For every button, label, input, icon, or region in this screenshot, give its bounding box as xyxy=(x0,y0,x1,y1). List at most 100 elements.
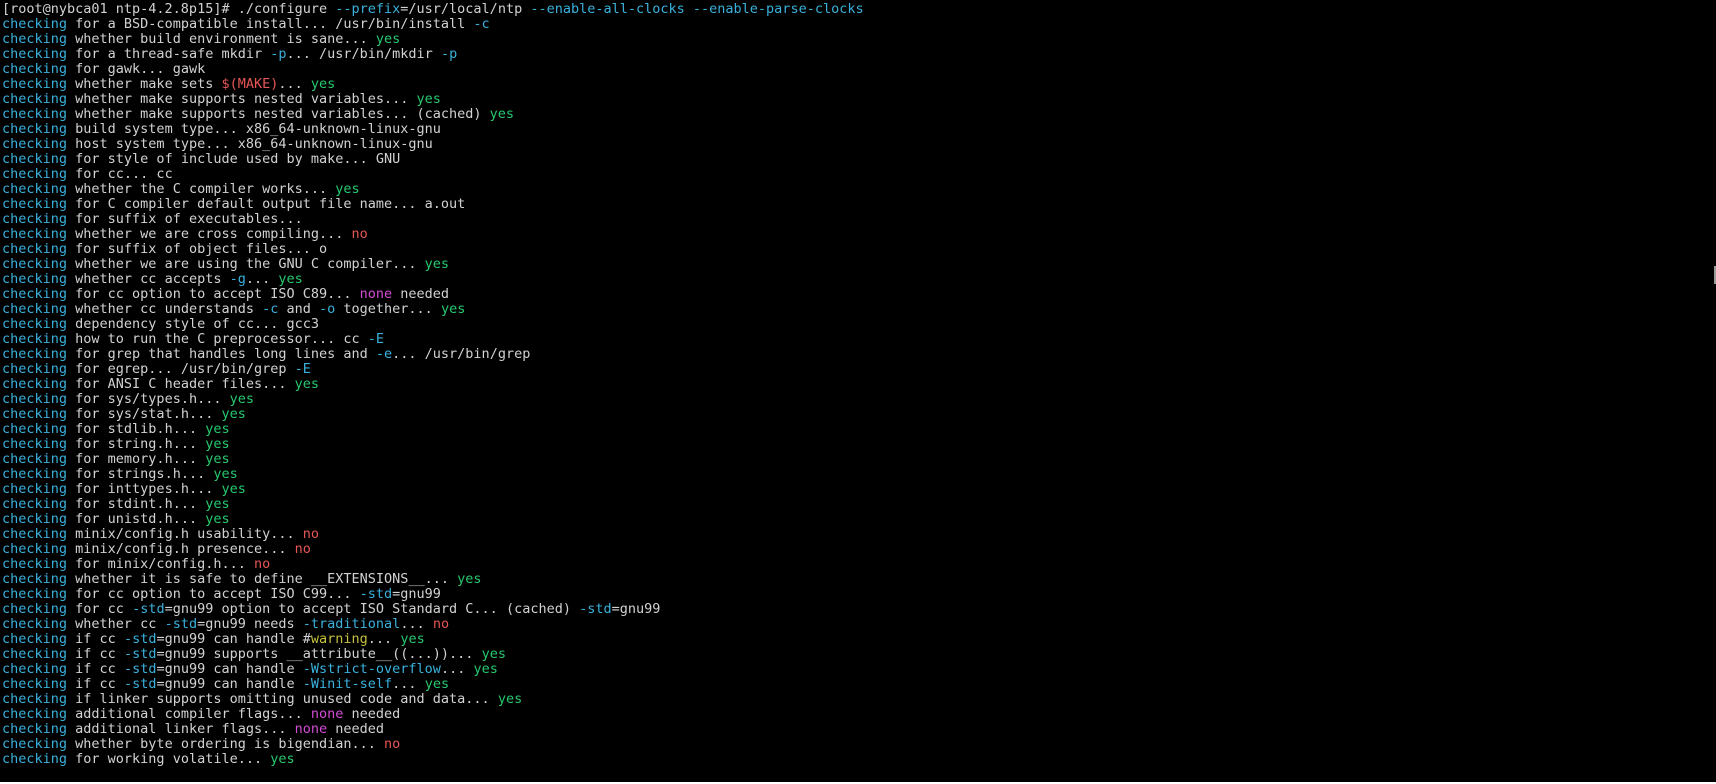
option-flag: -E xyxy=(294,361,311,377)
option-flag: -o xyxy=(319,301,336,317)
output-line: checking for style of include used by ma… xyxy=(2,152,864,167)
output-line: checking for gawk... gawk xyxy=(2,62,864,77)
text-segment: whether cc accepts xyxy=(67,271,230,287)
result-yes: yes xyxy=(424,256,450,272)
text-segment: for working volatile... xyxy=(67,751,271,767)
text-segment: =gnu99 can handle # xyxy=(156,631,311,647)
result-yes: yes xyxy=(375,31,401,47)
result-yes: yes xyxy=(497,691,523,707)
keyword-checking: checking xyxy=(2,691,68,707)
text-segment: if cc xyxy=(67,631,124,647)
keyword-checking: checking xyxy=(2,196,68,212)
text-segment: additional linker flags... xyxy=(67,721,295,737)
output-line: checking for egrep... /usr/bin/grep -E xyxy=(2,362,864,377)
keyword-checking: checking xyxy=(2,511,68,527)
output-line: checking for sys/stat.h... yes xyxy=(2,407,864,422)
option-flag: -p xyxy=(440,46,458,62)
keyword-checking: checking xyxy=(2,556,68,572)
output-line: checking for string.h... yes xyxy=(2,437,864,452)
keyword-checking: checking xyxy=(2,406,68,422)
option-flag: -std xyxy=(123,676,157,692)
text-segment: together... xyxy=(335,301,441,317)
output-line: checking whether build environment is sa… xyxy=(2,32,864,47)
keyword-checking: checking xyxy=(2,541,68,557)
text-segment: whether build environment is sane... xyxy=(67,31,376,47)
output-line: checking minix/config.h usability... no xyxy=(2,527,864,542)
keyword-checking: checking xyxy=(2,16,68,32)
option-flag: -g xyxy=(229,271,246,287)
text-segment: ... xyxy=(392,676,425,692)
text-segment: whether cc understands xyxy=(67,301,263,317)
text-segment: ... xyxy=(278,76,311,92)
result-yes: yes xyxy=(440,301,466,317)
option-flag: -traditional xyxy=(302,616,401,632)
text-segment: whether make supports nested variables..… xyxy=(67,91,417,107)
output-line: checking minix/config.h presence... no xyxy=(2,542,864,557)
text-segment: =gnu99 xyxy=(392,586,441,602)
keyword-checking: checking xyxy=(2,31,68,47)
result-yes: yes xyxy=(221,406,246,422)
result-yes: yes xyxy=(481,646,506,662)
result-yes: yes xyxy=(270,751,295,767)
output-line: checking for suffix of object files... o xyxy=(2,242,864,257)
result-none: none xyxy=(310,706,344,722)
keyword-checking: checking xyxy=(2,661,68,677)
result-yes: yes xyxy=(205,451,230,467)
text-segment: for stdint.h... xyxy=(67,496,206,512)
text-segment: and xyxy=(278,301,320,317)
option-flag: -p xyxy=(270,46,287,62)
text-segment: needed xyxy=(327,721,385,737)
result-none: none xyxy=(294,721,328,737)
keyword-checking: checking xyxy=(2,286,68,302)
text-segment: for sys/stat.h... xyxy=(67,406,222,422)
keyword-checking: checking xyxy=(2,721,68,737)
terminal-window[interactable]: [root@nybca01 ntp-4.2.8p15]# ./configure… xyxy=(0,0,1716,784)
result-no: no xyxy=(302,526,319,542)
option-flag: -c xyxy=(262,301,279,317)
keyword-checking: checking xyxy=(2,301,68,317)
terminal-output: [root@nybca01 ntp-4.2.8p15]# ./configure… xyxy=(2,2,864,767)
text-segment: for memory.h... xyxy=(67,451,206,467)
output-line: checking for cc option to accept ISO C99… xyxy=(2,587,864,602)
keyword-checking: checking xyxy=(2,211,68,227)
result-yes: yes xyxy=(221,481,246,497)
text-segment: for grep that handles long lines and xyxy=(67,346,376,362)
keyword-checking: checking xyxy=(2,586,68,602)
keyword-checking: checking xyxy=(2,331,68,347)
text-segment: =gnu99 supports __attribute__((...))... xyxy=(156,646,482,662)
text-segment: for ANSI C header files... xyxy=(67,376,295,392)
text-segment: whether the C compiler works... xyxy=(67,181,336,197)
text-segment: =/usr/local/ntp xyxy=(400,1,531,17)
output-line: checking for cc -std=gnu99 option to acc… xyxy=(2,602,864,617)
text-segment: ... xyxy=(440,661,474,677)
text-segment: =gnu99 xyxy=(611,601,661,617)
result-yes: yes xyxy=(310,76,336,92)
result-no: no xyxy=(432,616,450,632)
text-segment: =gnu99 can handle xyxy=(156,676,303,692)
keyword-checking: checking xyxy=(2,391,68,407)
keyword-checking: checking xyxy=(2,226,68,242)
output-line: checking for cc option to accept ISO C89… xyxy=(2,287,864,302)
text-segment: minix/config.h usability... xyxy=(67,526,303,542)
output-line: checking if cc -std=gnu99 can handle -Ws… xyxy=(2,662,864,677)
output-line: checking additional compiler flags... no… xyxy=(2,707,864,722)
text-segment: additional compiler flags... xyxy=(67,706,311,722)
text-segment: whether byte ordering is bigendian... xyxy=(67,736,385,752)
text-segment: if cc xyxy=(67,661,124,677)
text-segment: for cc option to accept ISO C89... xyxy=(67,286,360,302)
text-segment: for C compiler default output file name.… xyxy=(67,196,466,212)
output-line: checking whether cc accepts -g... yes xyxy=(2,272,864,287)
result-yes: yes xyxy=(205,496,230,512)
keyword-checking: checking xyxy=(2,76,68,92)
keyword-checking: checking xyxy=(2,256,68,272)
text-segment: for suffix of executables... xyxy=(67,211,303,227)
output-line: checking for a BSD-compatible install...… xyxy=(2,17,864,32)
keyword-checking: checking xyxy=(2,166,68,182)
text-segment xyxy=(685,1,693,17)
result-no: no xyxy=(253,556,271,572)
result-yes: yes xyxy=(424,676,450,692)
text-segment: ... xyxy=(245,271,279,287)
text-segment: if cc xyxy=(67,646,124,662)
keyword-checking: checking xyxy=(2,181,68,197)
option-flag: -std xyxy=(359,586,393,602)
